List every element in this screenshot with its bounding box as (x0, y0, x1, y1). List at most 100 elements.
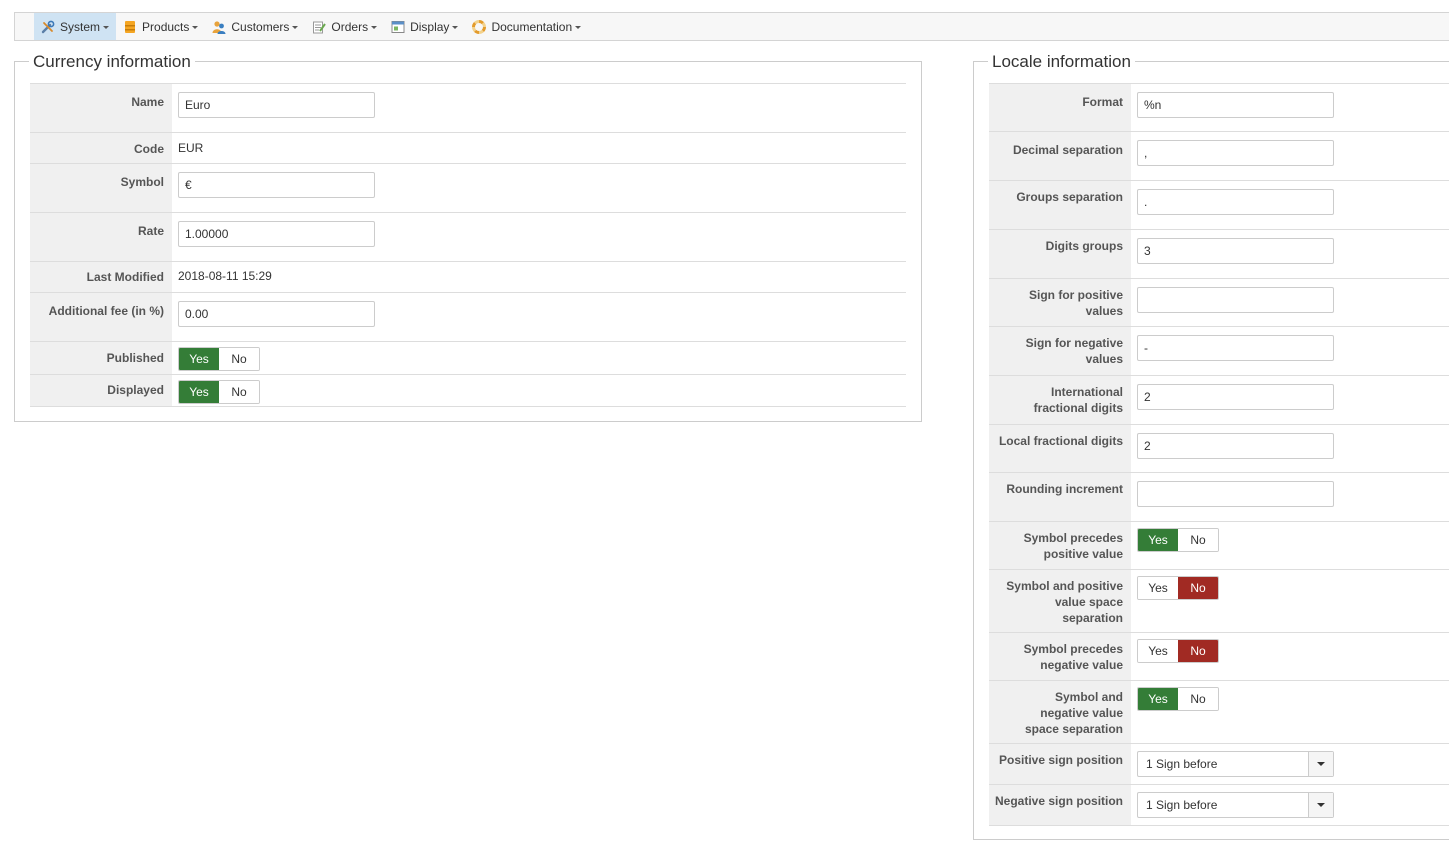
locale-panel-title: Locale information (988, 52, 1135, 72)
published-yes-button[interactable]: Yes (179, 348, 219, 370)
sym-pre-pos-toggle: Yes No (1137, 528, 1219, 552)
locale-neg-position-label: Negative sign position (989, 785, 1131, 825)
locale-local-frac-input[interactable] (1137, 433, 1334, 459)
locale-decimal-input[interactable] (1137, 140, 1334, 166)
locale-groups-input[interactable] (1137, 189, 1334, 215)
sym-pre-neg-no-button[interactable]: No (1178, 640, 1218, 662)
published-toggle: Yes No (178, 347, 260, 371)
currency-code-value: EUR (178, 141, 204, 155)
menu-orders-label: Orders (331, 19, 369, 34)
locale-intl-frac-label: International fractional digits (989, 376, 1131, 424)
currency-published-row: Published Yes No (30, 342, 906, 375)
currency-form: Name Code EUR Symbol Rate Last Modified … (30, 83, 906, 407)
displayed-no-button[interactable]: No (219, 381, 259, 403)
displayed-yes-button[interactable]: Yes (179, 381, 219, 403)
currency-name-input[interactable] (178, 92, 375, 118)
locale-neg-sign-label: Sign for negative values (989, 327, 1131, 375)
sym-pre-pos-no-button[interactable]: No (1178, 529, 1218, 551)
currency-symbol-label: Symbol (30, 164, 172, 212)
display-icon (391, 20, 405, 34)
top-menu-bar: System Products Customers Orders Display… (14, 12, 1449, 41)
currency-published-label: Published (30, 342, 172, 374)
sym-neg-space-no-button[interactable]: No (1178, 688, 1218, 710)
menu-display[interactable]: Display (384, 13, 465, 40)
sym-pos-space-toggle: Yes No (1137, 576, 1219, 600)
users-icon (212, 20, 226, 34)
locale-sym-pre-pos-label: Symbol precedes positive value (989, 522, 1131, 569)
currency-modified-label: Last Modified (30, 262, 172, 292)
chevron-down-icon (575, 26, 582, 29)
currency-name-label: Name (30, 84, 172, 132)
locale-digits-row: Digits groups (989, 230, 1449, 279)
locale-decimal-row: Decimal separation (989, 132, 1449, 181)
currency-modified-row: Last Modified 2018-08-11 15:29 (30, 262, 906, 293)
lifebuoy-icon (472, 19, 487, 34)
locale-rounding-row: Rounding increment (989, 473, 1449, 522)
sym-neg-space-yes-button[interactable]: Yes (1138, 688, 1178, 710)
currency-rate-input[interactable] (178, 221, 375, 247)
orders-icon (312, 20, 327, 34)
locale-sym-pre-pos-row: Symbol precedes positive value Yes No (989, 522, 1449, 570)
locale-local-frac-row: Local fractional digits (989, 425, 1449, 473)
currency-name-row: Name (30, 83, 906, 133)
locale-format-label: Format (989, 84, 1131, 131)
chevron-down-icon (452, 26, 459, 29)
locale-sym-pre-neg-label: Symbol precedes negative value (989, 633, 1131, 680)
locale-digits-label: Digits groups (989, 230, 1131, 278)
locale-sym-pos-space-row: Symbol and positive value space separati… (989, 570, 1449, 633)
currency-displayed-label: Displayed (30, 375, 172, 406)
locale-sym-pre-neg-row: Symbol precedes negative value Yes No (989, 633, 1449, 681)
locale-rounding-input[interactable] (1137, 481, 1334, 507)
sym-pre-neg-yes-button[interactable]: Yes (1138, 640, 1178, 662)
locale-neg-sign-input[interactable] (1137, 335, 1334, 361)
menu-customers-label: Customers (231, 19, 290, 34)
menu-products[interactable]: Products (116, 13, 205, 40)
locale-groups-row: Groups separation (989, 181, 1449, 230)
published-no-button[interactable]: No (219, 348, 259, 370)
sym-pos-space-no-button[interactable]: No (1178, 577, 1218, 599)
menu-system[interactable]: System (34, 13, 117, 40)
sym-pos-space-yes-button[interactable]: Yes (1138, 577, 1178, 599)
positive-sign-position-select[interactable]: 1 Sign before (1137, 751, 1334, 777)
chevron-down-icon (371, 26, 378, 29)
locale-information-panel: Locale information Format Decimal separa… (973, 52, 1449, 840)
sym-neg-space-toggle: Yes No (1137, 687, 1219, 711)
locale-format-row: Format (989, 83, 1449, 132)
negative-sign-position-select[interactable]: 1 Sign before (1137, 792, 1334, 818)
menu-system-label: System (60, 19, 101, 34)
locale-neg-position-row: Negative sign position 1 Sign before (989, 785, 1449, 826)
negative-sign-position-value: 1 Sign before (1146, 798, 1218, 812)
currency-rate-label: Rate (30, 213, 172, 261)
currency-fee-input[interactable] (178, 301, 375, 327)
currency-information-panel: Currency information Name Code EUR Symbo… (14, 52, 922, 422)
currency-modified-value: 2018-08-11 15:29 (178, 269, 272, 283)
locale-sym-pos-space-label: Symbol and positive value space separati… (989, 570, 1131, 632)
currency-rate-row: Rate (30, 213, 906, 262)
locale-pos-sign-row: Sign for positive values (989, 279, 1449, 327)
locale-pos-sign-input[interactable] (1137, 287, 1334, 313)
menu-customers[interactable]: Customers (205, 13, 305, 40)
currency-code-label: Code (30, 133, 172, 163)
locale-local-frac-label: Local fractional digits (989, 425, 1131, 472)
sym-pre-neg-toggle: Yes No (1137, 639, 1219, 663)
currency-fee-row: Additional fee (in %) (30, 293, 906, 342)
chevron-down-icon[interactable] (1308, 793, 1333, 817)
locale-sym-neg-space-row: Symbol and negative value space separati… (989, 681, 1449, 744)
chevron-down-icon (192, 26, 199, 29)
locale-intl-frac-input[interactable] (1137, 384, 1334, 410)
displayed-toggle: Yes No (178, 380, 260, 404)
positive-sign-position-value: 1 Sign before (1146, 757, 1218, 771)
chevron-down-icon[interactable] (1308, 752, 1333, 776)
currency-symbol-input[interactable] (178, 172, 375, 198)
locale-neg-sign-row: Sign for negative values (989, 327, 1449, 376)
locale-intl-frac-row: International fractional digits (989, 376, 1449, 425)
locale-decimal-label: Decimal separation (989, 132, 1131, 180)
locale-digits-input[interactable] (1137, 238, 1334, 264)
sym-pre-pos-yes-button[interactable]: Yes (1138, 529, 1178, 551)
currency-fee-label: Additional fee (in %) (30, 293, 172, 341)
menu-documentation[interactable]: Documentation (465, 13, 588, 40)
menu-products-label: Products (142, 19, 190, 34)
locale-form: Format Decimal separation Groups separat… (989, 83, 1449, 826)
menu-orders[interactable]: Orders (305, 13, 384, 40)
locale-format-input[interactable] (1137, 92, 1334, 118)
